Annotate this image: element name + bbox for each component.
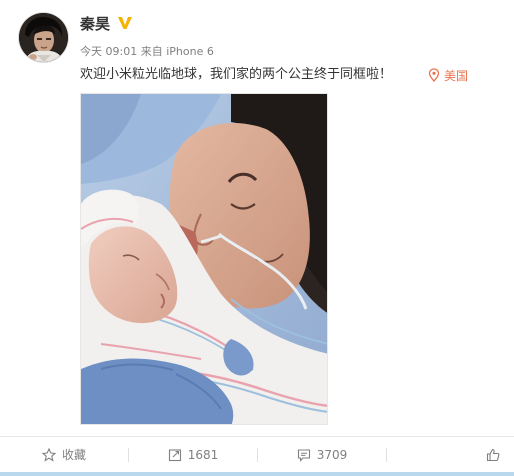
repost-button[interactable]: 1681 bbox=[129, 437, 257, 472]
post-source[interactable]: iPhone 6 bbox=[166, 45, 214, 58]
favorite-label: 收藏 bbox=[61, 448, 86, 462]
comment-icon bbox=[297, 448, 310, 462]
post-meta: 今天 09:01 来自 iPhone 6 bbox=[80, 45, 214, 59]
location-pin-icon bbox=[428, 68, 440, 82]
user-avatar[interactable] bbox=[19, 13, 68, 62]
star-icon bbox=[41, 447, 56, 462]
post-text: 欢迎小米粒光临地球，我们家的两个公主终于同框啦！ bbox=[80, 67, 393, 82]
username[interactable]: 秦昊 bbox=[80, 14, 110, 34]
like-button[interactable] bbox=[387, 437, 514, 472]
avatar-portrait-image bbox=[19, 13, 68, 62]
comment-button[interactable]: 3709 bbox=[258, 437, 386, 472]
verified-v-badge-icon bbox=[118, 17, 132, 29]
repost-count: 1681 bbox=[187, 447, 219, 462]
source-prefix: 来自 bbox=[140, 45, 163, 58]
location-link[interactable]: 美国 bbox=[428, 66, 468, 84]
mother-and-newborn-photo bbox=[81, 94, 327, 424]
comment-count: 3709 bbox=[316, 447, 348, 462]
post-photo[interactable] bbox=[80, 93, 328, 425]
action-bar: 收藏 1681 3709 bbox=[0, 437, 514, 472]
weibo-post-card: 秦昊 今天 09:01 来自 iPhone 6 欢迎小米粒光临地球，我们家的两个… bbox=[0, 0, 514, 476]
location-label: 美国 bbox=[444, 68, 469, 83]
post-time[interactable]: 今天 09:01 bbox=[80, 45, 137, 58]
repost-icon bbox=[168, 448, 181, 461]
favorite-button[interactable]: 收藏 bbox=[0, 437, 128, 472]
bottom-strip bbox=[0, 472, 514, 476]
thumbs-up-icon bbox=[486, 448, 500, 461]
